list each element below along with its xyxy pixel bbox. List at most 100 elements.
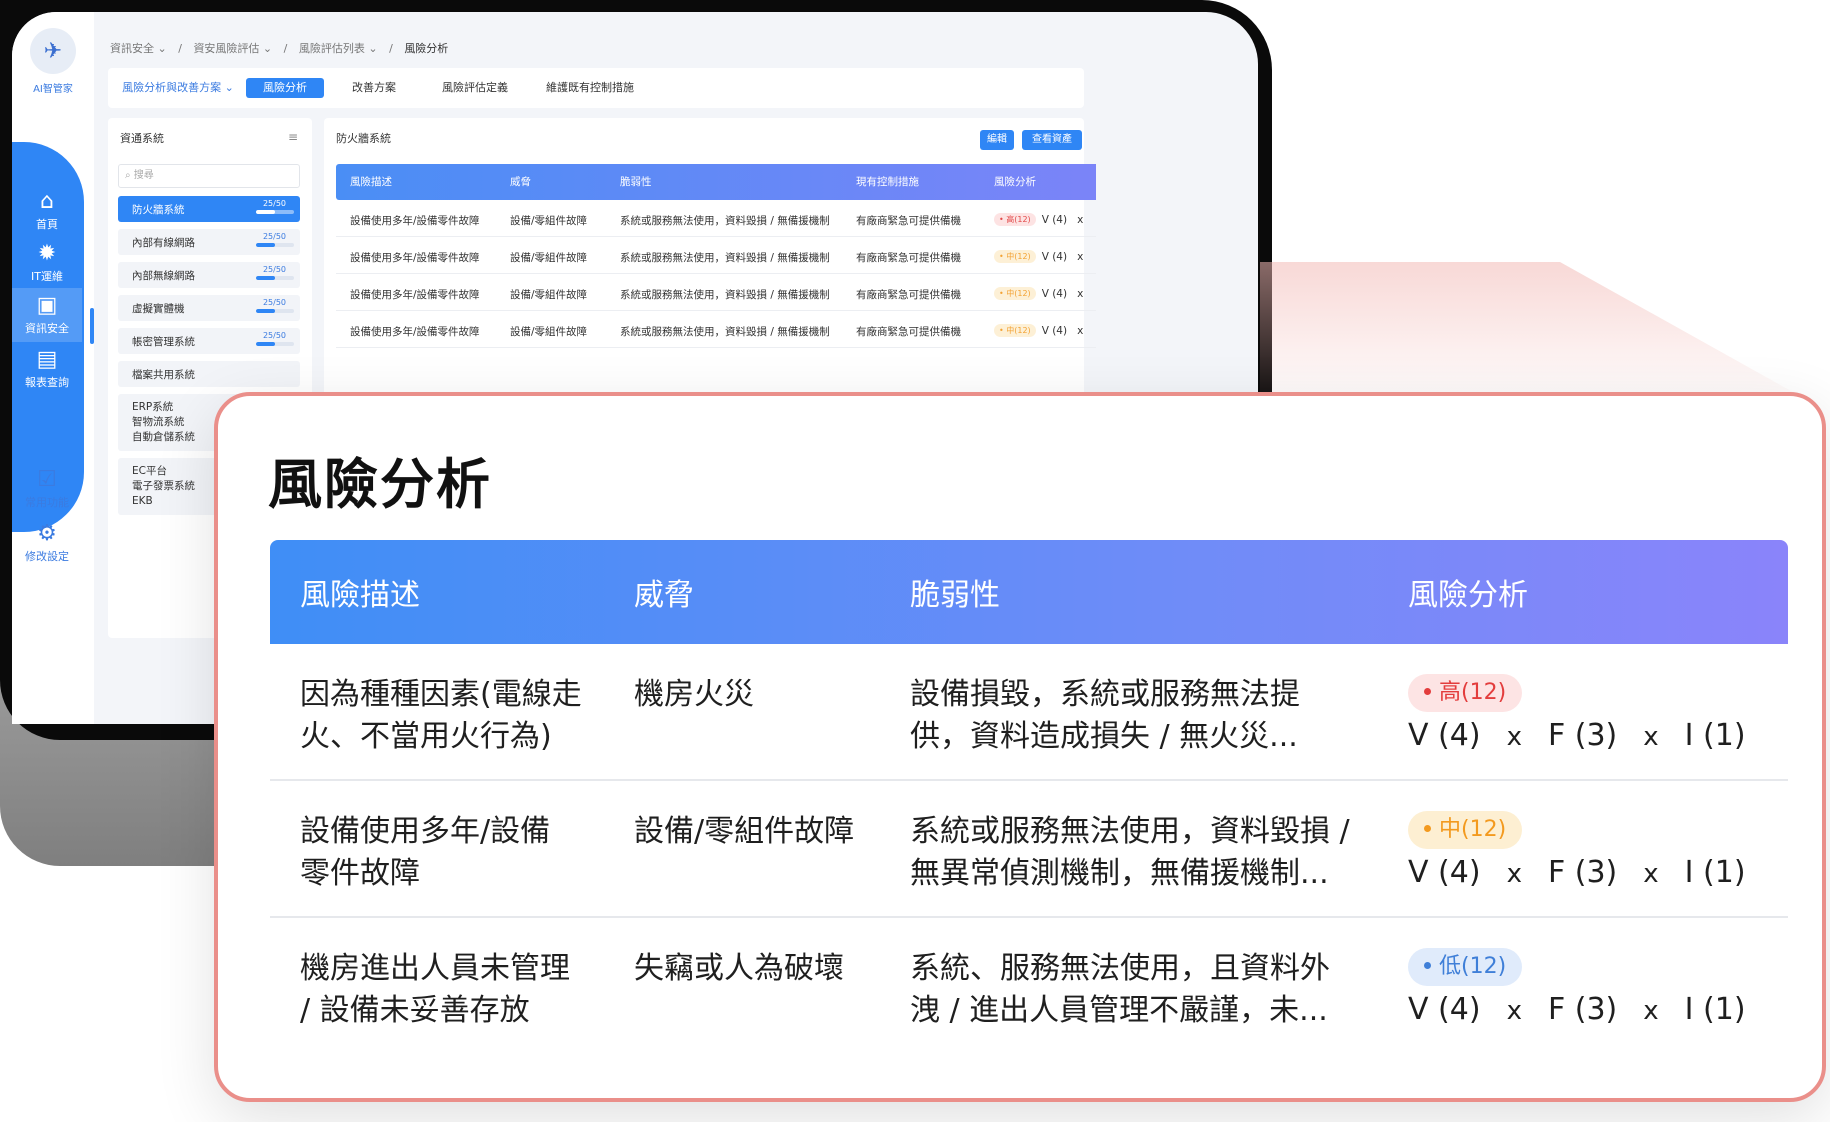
column-header: 脆弱性 [910,578,1000,613]
table-row[interactable]: 設備使用多年/設備零件故障 設備/零組件故障 系統或服務無法使用，資料毀損 / … [336,311,1096,348]
sidebar-item-label: 修改設定 [25,550,69,563]
sidebar-item-label: IT運維 [31,270,63,283]
risk-formula: V (4) x F (3) x I (1) [1408,992,1768,1027]
cell-threat: 設備/零組件故障 [510,215,588,227]
table-row[interactable]: 因為種種因素(電線走 火、不當用火行為) 機房火災 設備損毀，系統或服務無法提 … [270,644,1788,781]
logo-bird-icon[interactable]: ✈ [30,28,76,74]
column-header: 風險描述 [350,176,392,188]
cell-threat: 設備/零組件故障 [510,252,588,264]
system-item[interactable]: 虛擬實體機 25/50 [118,295,300,321]
cell-risk: 高(12) V (4) x F (3) x I (1) [1408,674,1768,753]
sidebar-item-reports[interactable]: ▤ 報表查詢 [12,342,82,396]
column-header: 脆弱性 [620,176,652,188]
risk-v: V (4) [1041,214,1068,226]
risk-op: x [1077,214,1084,226]
cell-vulnerability: 系統或服務無法使用，資料毀損 / 無備援機制 [620,252,830,264]
sidebar-item-it-ops[interactable]: ✹ IT運維 [12,236,82,290]
chip-icon: ✹ [37,241,57,266]
risk-i: I (1) [1684,855,1746,890]
cell-risk: • 中(12) V (4) x [994,287,1083,300]
list-menu-icon[interactable]: ≡ [288,130,298,144]
cell-vulnerability: 系統或服務無法使用，資料毀損 / 無備援機制 [620,215,830,227]
breadcrumb-item[interactable]: 風險評估列表 ⌄ [299,42,378,55]
breadcrumb-separator: / [389,42,393,55]
system-item[interactable]: 內部無線網路 25/50 [118,262,300,288]
home-icon: ⌂ [40,189,54,214]
logo-text: AI智管家 [33,84,73,95]
cell-risk: 低(12) V (4) x F (3) x I (1) [1408,948,1768,1027]
risk-op: x [1506,996,1522,1026]
progress-fill [256,210,275,214]
risk-badge: • 中(12) [994,287,1036,300]
risk-badge-high: 高(12) [1408,674,1523,712]
cell-line: 火、不當用火行為) [300,719,552,754]
cell-line: 零件故障 [300,856,420,891]
system-item[interactable]: 防火牆系統 25/50 [118,196,300,222]
report-icon: ▤ [36,347,58,372]
edit-button[interactable]: 編輯 [980,130,1014,150]
breadcrumb-item[interactable]: 資安風險評估 ⌄ [193,42,272,55]
sidebar-item-label: 報表查詢 [25,376,69,389]
table-row[interactable]: 設備使用多年/設備零件故障 設備/零組件故障 系統或服務無法使用，資料毀損 / … [336,237,1096,274]
cell-desc: 因為種種因素(電線走 火、不當用火行為) [300,674,582,758]
risk-badge: • 中(12) [994,250,1036,263]
cell-control: 有廠商緊急可提供備機 [856,326,961,338]
system-progress [256,342,294,346]
risk-op: x [1643,722,1659,752]
sidebar-item-label: 常用功能 [25,496,69,509]
cell-line: 系統、服務無法使用，且資料外 [910,951,1330,986]
column-header: 威脅 [510,176,531,188]
cell-line: 機房進出人員未管理 [300,951,570,986]
table-row[interactable]: 機房進出人員未管理 / 設備未妥善存放 失竊或人為破壞 系統、服務無法使用，且資… [270,918,1788,1055]
system-count: 25/50 [262,298,286,307]
progress-fill [256,243,275,247]
column-header: 風險分析 [1408,578,1528,613]
risk-op: x [1077,288,1084,300]
column-header: 現有控制措施 [856,176,919,188]
risk-v: V (4) [1408,992,1481,1027]
risk-v: V (4) [1041,325,1068,337]
risk-badge-label: 低(12) [1439,954,1507,979]
table-row[interactable]: 設備使用多年/設備零件故障 設備/零組件故障 系統或服務無法使用，資料毀損 / … [336,200,1096,237]
cell-threat: 設備/零組件故障 [510,289,588,301]
risk-badge-label: 中(12) [1439,817,1507,842]
system-item[interactable]: 檔案共用系統 [118,361,300,387]
risk-v: V (4) [1408,718,1481,753]
risk-badge: • 中(12) [994,324,1036,337]
risk-f: F (3) [1547,855,1618,890]
search-input[interactable]: ⌕ 搜尋 [118,164,300,188]
tab-risk-definition[interactable]: 風險評估定義 [430,78,520,98]
table-row[interactable]: 設備使用多年/設備 零件故障 設備/零組件故障 系統或服務無法使用，資料毀損 /… [270,781,1788,918]
cell-vulnerability: 系統、服務無法使用，且資料外 洩 / 進出人員管理不嚴謹，未... [910,948,1330,1032]
sidebar-item-label: 資訊安全 [25,322,69,335]
table-row[interactable]: 設備使用多年/設備零件故障 設備/零組件故障 系統或服務無法使用，資料毀損 / … [336,274,1096,311]
cell-threat: 失竊或人為破壞 [634,951,844,986]
system-count: 25/50 [262,265,286,274]
risk-v: V (4) [1041,251,1068,263]
tab-dropdown[interactable]: 風險分析與改善方案 ⌄ [118,78,238,98]
sidebar-item-favorites[interactable]: ☑ 常用功能 [12,468,82,510]
system-count: 25/50 [262,331,286,340]
cell-risk: • 高(12) V (4) x [994,213,1083,226]
breadcrumb-item[interactable]: 資訊安全 ⌄ [110,42,167,55]
status-dot [1424,825,1431,832]
view-assets-button[interactable]: 查看資產 [1022,130,1082,150]
sidebar-item-home[interactable]: ⌂ 首頁 [12,184,82,238]
system-item[interactable]: 帳密管理系統 25/50 [118,328,300,354]
system-name: 防火牆系統 [132,204,185,216]
system-name: 帳密管理系統 [132,336,195,348]
sidebar-item-settings[interactable]: ⚙ 修改設定 [12,522,82,564]
system-progress [256,210,294,214]
system-name: 虛擬實體機 [132,303,185,315]
cell-line: 供，資料造成損失 / 無火災... [910,719,1298,754]
cell-line: 無異常偵測機制，無備援機制... [910,856,1329,891]
tab-existing-controls[interactable]: 維護既有控制措施 [540,78,640,98]
cell-desc: 設備使用多年/設備零件故障 [350,326,480,338]
tab-improvement[interactable]: 改善方案 [338,78,410,98]
sidebar-item-info-security[interactable]: ▣ 資訊安全 [12,288,82,342]
cell-line: 系統或服務無法使用，資料毀損 / [910,814,1350,849]
tab-risk-analysis[interactable]: 風險分析 [246,78,324,98]
cell-vulnerability: 設備損毀，系統或服務無法提 供，資料造成損失 / 無火災... [910,674,1300,758]
cell-desc: 設備使用多年/設備零件故障 [350,215,480,227]
system-item[interactable]: 內部有線網路 25/50 [118,229,300,255]
